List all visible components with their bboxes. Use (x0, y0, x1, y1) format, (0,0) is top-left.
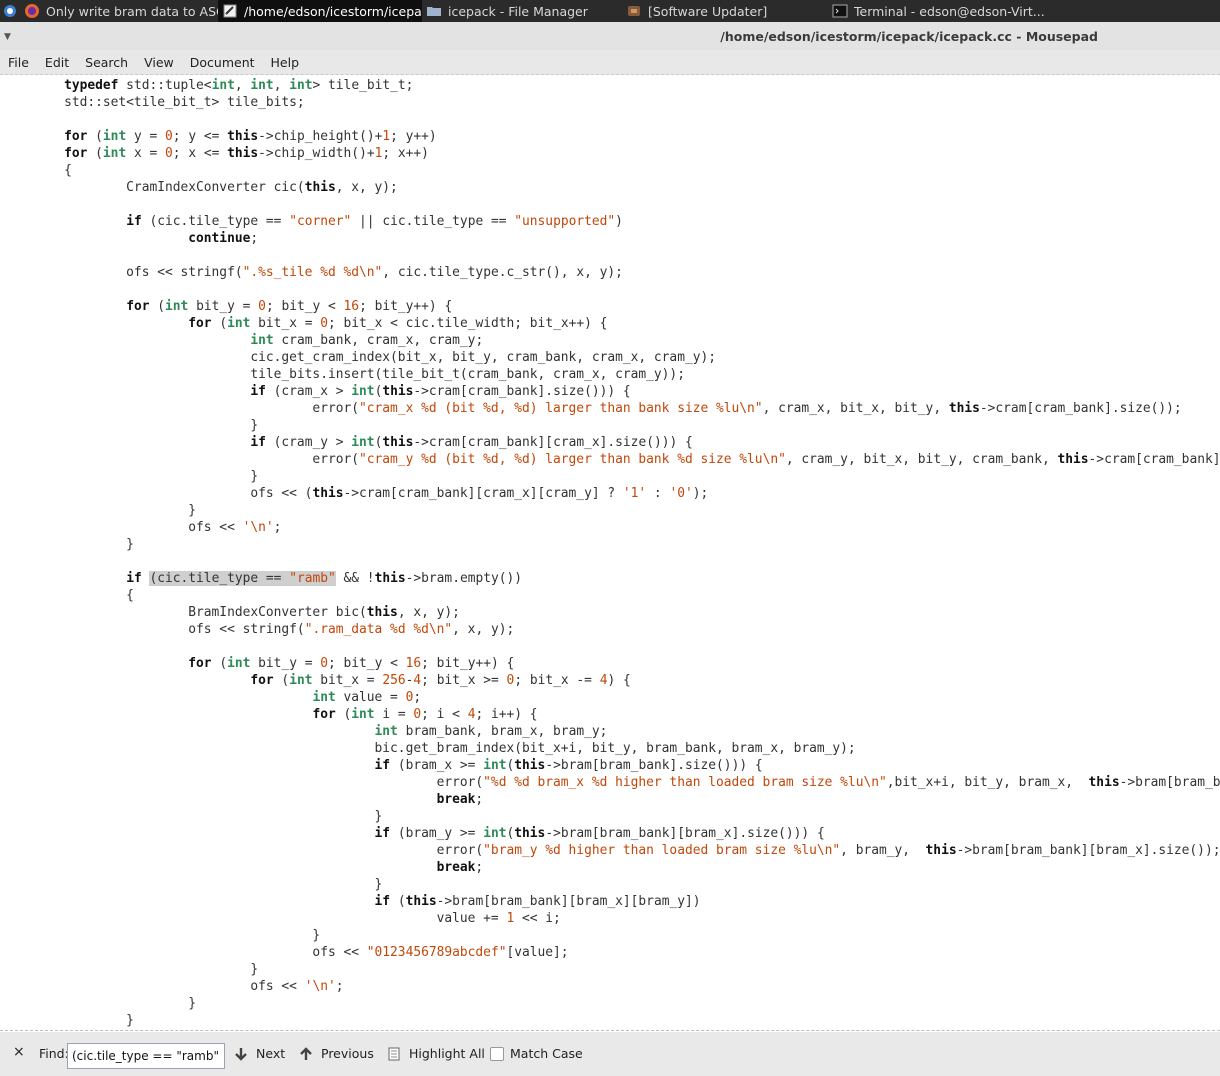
match-case-label: Match Case (510, 1046, 583, 1061)
close-findbar-button[interactable]: × (13, 1044, 25, 1060)
search-match: (cic.tile_type == "ramb" (149, 571, 336, 586)
menubar: File Edit Search View Document Help (0, 50, 1220, 75)
task-mousepad[interactable]: /home/edson/icestorm/icepa... (218, 0, 422, 22)
task-file-manager[interactable]: icepack - File Manager (422, 0, 622, 22)
menu-document[interactable]: Document (182, 55, 263, 70)
task-label: [Software Updater] (648, 3, 768, 19)
task-label: Terminal - edson@edson-Virt... (854, 3, 1045, 19)
menu-edit[interactable]: Edit (37, 55, 77, 70)
task-software-updater[interactable]: [Software Updater] (622, 0, 828, 22)
window-menu-icon[interactable]: ▼ (4, 32, 11, 42)
task-label: Only write bram data to ASCI... (46, 3, 218, 19)
highlight-icon (388, 1047, 400, 1060)
app-menu-icon (4, 5, 16, 17)
folder-icon (427, 7, 441, 16)
text-editor-icon (223, 4, 237, 18)
menu-view[interactable]: View (136, 55, 182, 70)
previous-label: Previous (321, 1046, 374, 1061)
match-case-checkbox[interactable]: Match Case (490, 1046, 583, 1061)
menu-file[interactable]: File (0, 55, 37, 70)
window-titlebar[interactable]: ▼ /home/edson/icestorm/icepack/icepack.c… (0, 22, 1220, 50)
code-editor[interactable]: typedef std::tuple<int, int, int> tile_b… (0, 76, 1220, 1030)
whisker-menu-button[interactable] (0, 0, 20, 22)
taskbar: Only write bram data to ASCI... /home/ed… (0, 0, 1220, 22)
arrow-up-icon (300, 1046, 312, 1060)
task-firefox[interactable]: Only write bram data to ASCI... (20, 0, 218, 22)
arrow-down-icon (235, 1047, 247, 1061)
terminal-icon (832, 4, 848, 18)
code-text[interactable]: typedef std::tuple<int, int, int> tile_b… (2, 77, 1220, 1029)
task-label: icepack - File Manager (448, 3, 588, 19)
task-label: /home/edson/icestorm/icepa... (244, 3, 422, 19)
menu-search[interactable]: Search (77, 55, 136, 70)
task-terminal[interactable]: Terminal - edson@edson-Virt... (828, 0, 1056, 22)
previous-button[interactable]: Previous (299, 1046, 374, 1061)
match-case-box[interactable] (490, 1046, 504, 1061)
firefox-icon (25, 4, 39, 18)
updater-icon (628, 6, 640, 16)
menu-help[interactable]: Help (263, 55, 308, 70)
highlight-all-label: Highlight All (409, 1046, 485, 1061)
next-button[interactable]: Next (234, 1046, 285, 1061)
find-label: Find: (39, 1046, 69, 1061)
find-input[interactable] (67, 1043, 225, 1069)
highlight-all-button[interactable]: Highlight All (387, 1046, 485, 1061)
window-title: /home/edson/icestorm/icepack/icepack.cc … (720, 29, 1098, 44)
next-label: Next (256, 1046, 286, 1061)
close-icon: × (13, 1044, 25, 1060)
